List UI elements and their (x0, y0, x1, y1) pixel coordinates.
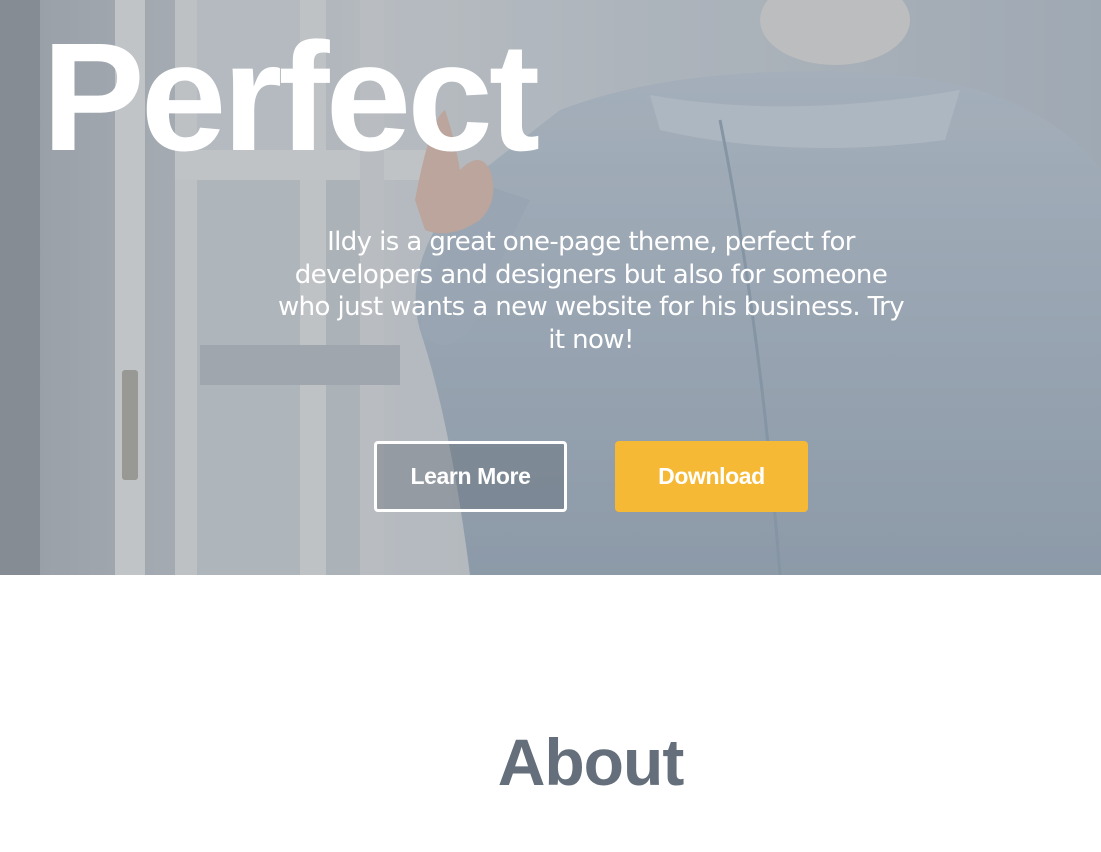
download-button[interactable]: Download (615, 441, 808, 512)
about-heading: About (497, 725, 685, 799)
hero-title: Perfect (42, 11, 540, 183)
hero-section: Perfect Ildy is a great one-page theme, … (0, 0, 1101, 575)
hero-description: Ildy is a great one-page theme, perfect … (277, 227, 905, 355)
page: Perfect Ildy is a great one-page theme, … (0, 0, 1101, 852)
learn-more-button[interactable]: Learn More (374, 441, 567, 512)
